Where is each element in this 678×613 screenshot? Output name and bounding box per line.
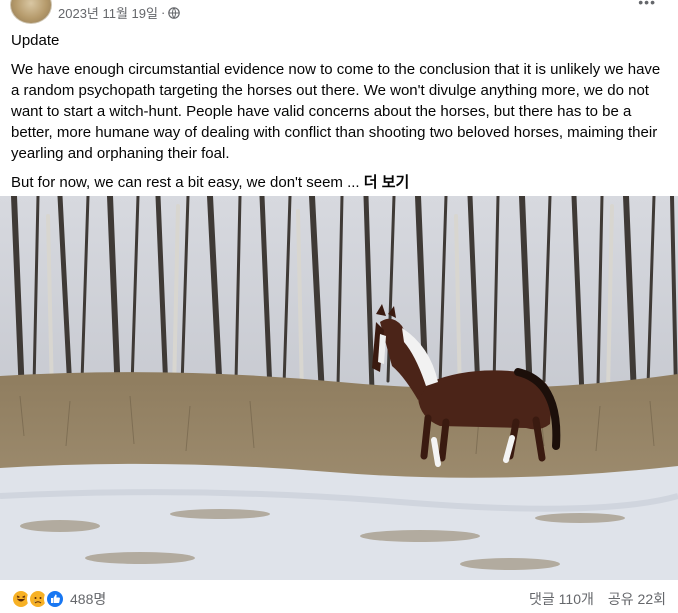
date-separator: · [160,5,166,20]
post-body: We have enough circumstantial evidence n… [11,61,661,162]
comments-count[interactable]: 댓글 110개 [529,589,594,609]
post-footer: 488명 댓글 110개 공유 22회 [0,580,678,613]
post-header: 2023년 11월 19일 · ••• [0,0,678,26]
horse-photo[interactable] [0,196,678,580]
post-date[interactable]: 2023년 11월 19일 [58,3,158,22]
more-dots-icon[interactable]: ••• [638,0,656,10]
see-more-link[interactable]: 더 보기 [364,174,410,191]
reaction-count[interactable]: 488명 [70,589,106,609]
globe-icon[interactable] [168,6,181,19]
post-meta: 2023년 11월 19일 · [58,3,181,22]
reactions-summary[interactable]: 488명 [10,588,106,610]
post-teaser: But for now, we can rest a bit easy, we … [11,174,360,191]
engagement-stats: 댓글 110개 공유 22회 [529,589,666,609]
post-title: Update [11,32,60,49]
post-text: Update We have enough circumstantial evi… [11,30,671,201]
avatar[interactable] [10,0,52,24]
post-teaser-line: But for now, we can rest a bit easy, we … [11,172,671,193]
shares-count[interactable]: 공유 22회 [608,589,666,609]
like-icon [44,588,66,610]
